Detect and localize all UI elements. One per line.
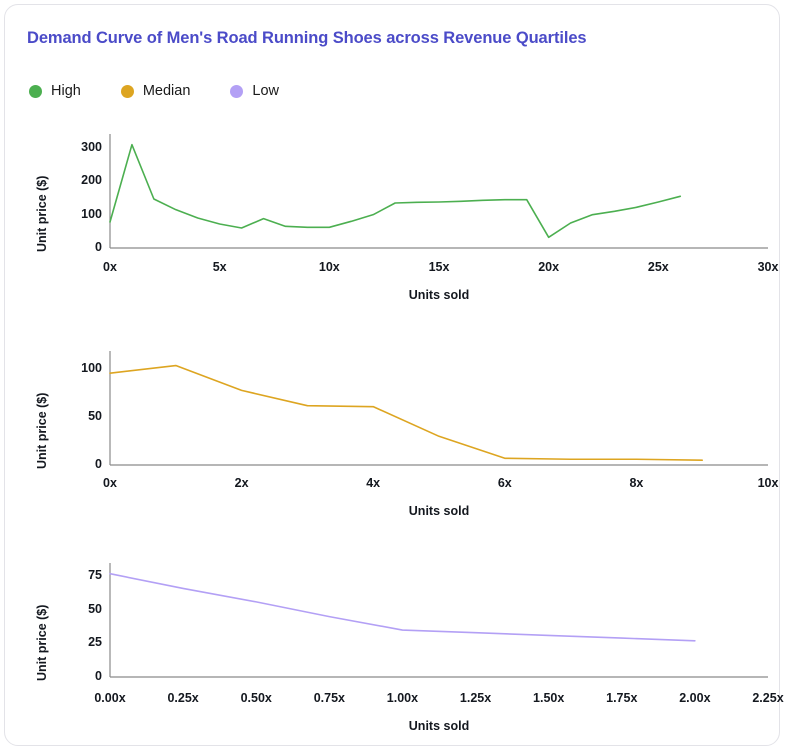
x-tick-label: 4x [366,476,381,490]
x-tick-label: 10x [318,260,340,274]
x-tick-label: 2x [234,476,249,490]
y-tick-label: 100 [81,361,102,376]
y-tick-label: 0 [95,669,102,683]
x-tick-label: 10x [757,476,779,490]
x-axis-label: Units sold [408,288,470,302]
data-line-median [109,364,704,462]
x-axis-label: Units sold [408,504,470,518]
legend-dot-icon [120,84,134,98]
y-tick-label: 200 [81,173,102,188]
x-tick-label: 25x [647,260,669,274]
y-tick-label: 300 [81,140,102,154]
data-line-low [109,572,696,642]
x-tick-label: 0x [103,476,117,490]
chart-panel-high: 0 100 200 300 0x 5x 10x 15x 20x 25x 30x Unit price … [5,123,781,313]
legend-label-low: Low [252,83,279,99]
legend-label-median: Median [142,83,191,99]
y-tick-label: 50 [88,601,102,616]
plot-area-median [109,351,768,466]
y-tick-label: 75 [88,568,102,583]
chart-legend: High Median Low [29,83,319,99]
y-tick-label: 0 [95,240,102,254]
x-tick-label: 5x [212,260,227,274]
chart-card: Demand Curve of Men's Road Running Shoes… [4,4,784,746]
x-tick-label: 6x [497,476,512,490]
x-tick-label: 15x [428,260,450,274]
x-tick-label: 8x [629,476,644,490]
x-tick-label: 20x [538,260,560,274]
y-axis-label: Unit price ($) [35,392,49,469]
y-tick-label: 100 [81,206,102,221]
plot-area-high [109,134,768,249]
y-tick-label: 50 [88,409,102,424]
x-tick-label: 30x [757,260,779,274]
data-line-high [109,143,682,239]
legend-item-median[interactable]: Median [120,83,191,99]
x-axis-label: Units sold [408,719,470,733]
y-axis-label: Unit price ($) [35,175,49,252]
chart-panel-median: 0 50 100 0x 2x 4x 6x 8x 10x Unit price ($) Units s… [5,337,781,527]
y-axis-label: Unit price ($) [35,604,49,681]
y-tick-label: 0 [95,457,102,471]
page-title: Demand Curve of Men's Road Running Shoes… [27,29,587,47]
x-tick-label: 2.25x [752,691,784,705]
x-tick-label: 0x [103,260,117,274]
legend-item-low[interactable]: Low [230,83,279,99]
plot-area-low [109,563,768,678]
y-tick-label: 25 [88,635,102,650]
legend-label-high: High [51,83,81,99]
legend-dot-icon [29,84,42,98]
chart-panel-low: 0 25 50 75 0.00x 0.25x 0.50x 0.75x 1.00x 1.25x 1.5… [5,553,784,743]
legend-item-high[interactable]: High [29,83,81,99]
legend-dot-icon [230,84,244,98]
